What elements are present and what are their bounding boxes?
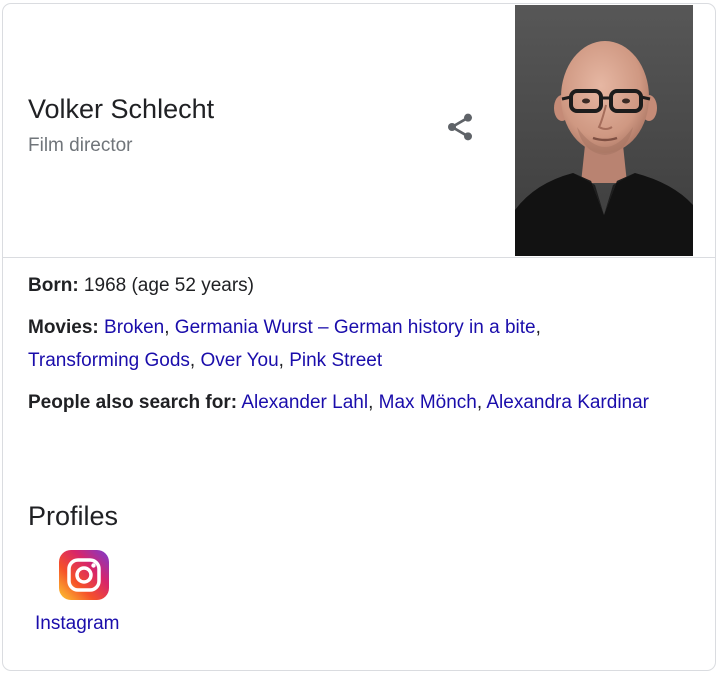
person-link[interactable]: Alexander Lahl <box>241 392 368 413</box>
fact-label-movies: Movies: <box>28 317 99 338</box>
movie-link[interactable]: Germania Wurst – German history in a bit… <box>175 317 536 338</box>
portrait-photo[interactable] <box>515 5 693 256</box>
facts-section: Born: 1968 (age 52 years) Movies: Broken… <box>28 269 698 428</box>
profiles-heading: Profiles <box>28 501 119 531</box>
person-link[interactable]: Alexandra Kardinar <box>486 392 649 413</box>
movie-link[interactable]: Transforming Gods <box>28 350 190 371</box>
instagram-icon <box>59 550 109 600</box>
person-link[interactable]: Max Mönch <box>379 392 477 413</box>
fact-label-people: People also search for: <box>28 392 238 413</box>
share-icon <box>448 113 472 141</box>
movie-link[interactable]: Pink Street <box>289 350 382 371</box>
entity-title: Volker Schlecht <box>28 94 215 124</box>
fact-born: Born: 1968 (age 52 years) <box>28 269 698 302</box>
portrait-illustration <box>515 5 693 256</box>
fact-value-born: 1968 (age 52 years) <box>78 275 254 296</box>
movie-link[interactable]: Over You <box>200 350 278 371</box>
fact-label-born: Born: <box>28 275 79 296</box>
knowledge-panel: Volker Schlecht Film director Born: 1968… <box>2 3 716 671</box>
panel-header: Volker Schlecht Film director <box>3 4 715 258</box>
fact-movies: Movies: Broken, Germania Wurst – German … <box>28 317 541 371</box>
entity-subtitle: Film director <box>28 135 133 156</box>
movie-link[interactable]: Broken <box>104 317 164 338</box>
profile-label-instagram: Instagram <box>35 613 120 634</box>
fact-people-also-search: People also search for: Alexander Lahl, … <box>28 392 650 413</box>
share-button[interactable] <box>439 106 481 148</box>
